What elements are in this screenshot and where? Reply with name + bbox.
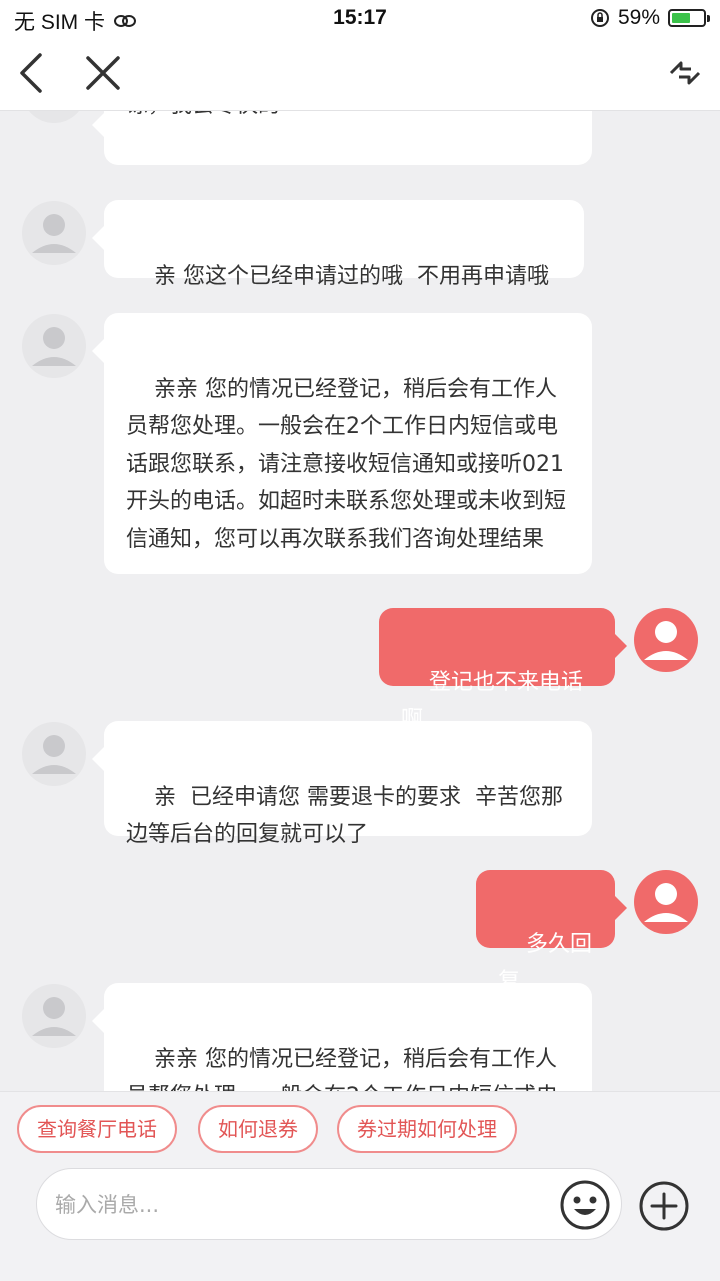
message-input-box[interactable] (36, 1168, 622, 1240)
message-text: 亲亲 您的情况已经登记，稍后会有工作人员帮您处理。一般会在2个工作日内短信或电话… (126, 376, 567, 552)
person-icon (644, 621, 688, 660)
quick-reply-chip[interactable]: 如何退券 (198, 1105, 318, 1153)
agent-avatar (22, 984, 86, 1048)
message-bubble-user: 多久回复 (476, 870, 627, 994)
emoji-icon (560, 1180, 610, 1230)
message-bubble-agent: 亲亲 您的情况已经登记，稍后会有工作人员帮您处理。一般会在2个工作日内短信或电话… (92, 983, 592, 1092)
quick-reply-chip[interactable]: 查询餐厅电话 (17, 1105, 177, 1153)
battery-icon (668, 9, 710, 27)
close-button[interactable] (78, 48, 128, 98)
quick-reply-chip[interactable]: 券过期如何处理 (337, 1105, 517, 1153)
status-bar: 无 SIM 卡 15:17 59% (0, 0, 720, 36)
message-bubble-agent: 谅，我会尽快的~ (92, 111, 592, 165)
composer: 查询餐厅电话 如何退券 券过期如何处理 (0, 1091, 720, 1281)
agent-avatar (22, 722, 86, 786)
agent-avatar (22, 201, 86, 265)
message-text: 谅，我会尽快的~ (126, 111, 298, 125)
message-text: 亲亲 您的情况已经登记，稍后会有工作人员帮您处理。一般会在2个工作日内短信或电话… (126, 1046, 558, 1092)
agent-avatar (22, 111, 86, 123)
message-bubble-user: 登记也不来电话啊 (379, 608, 627, 732)
back-button[interactable] (6, 48, 56, 98)
message-bubble-agent: 亲 已经申请您 需要退卡的要求 辛苦您那边等后台的回复就可以了 (92, 721, 592, 847)
orientation-lock-icon (590, 9, 609, 27)
person-icon (32, 327, 76, 366)
battery-percent: 59% (617, 6, 660, 29)
close-icon (86, 56, 120, 90)
person-icon (32, 997, 76, 1036)
person-icon (22, 111, 86, 123)
battery-level (672, 13, 690, 23)
agent-avatar (22, 314, 86, 378)
message-text: 亲 已经申请您 需要退卡的要求 辛苦您那边等后台的回复就可以了 (126, 784, 563, 848)
person-icon (32, 214, 76, 253)
message-bubble-agent: 亲 您这个已经申请过的哦 不用再申请哦 (92, 200, 584, 289)
emoji-button[interactable] (559, 1179, 611, 1231)
person-icon (644, 883, 688, 922)
message-input[interactable] (53, 1183, 537, 1227)
message-bubble-agent: 亲亲 您的情况已经登记，稍后会有工作人员帮您处理。一般会在2个工作日内短信或电话… (92, 313, 592, 574)
user-avatar (634, 608, 698, 672)
user-avatar (634, 870, 698, 934)
add-attachment-button[interactable] (638, 1180, 690, 1232)
chat-transcript[interactable]: 谅，我会尽快的~ 亲 您这个已经申请过的哦 不用再申请哦 亲亲 您的情况已经登记… (0, 111, 720, 1091)
person-icon (32, 735, 76, 774)
transfer-button[interactable] (660, 48, 710, 98)
swap-arrows-icon (669, 61, 701, 85)
chevron-left-icon (20, 53, 42, 93)
nav-bar (0, 36, 720, 111)
message-text: 亲 您这个已经申请过的哦 不用再申请哦 (153, 263, 549, 289)
plus-icon (639, 1181, 689, 1231)
